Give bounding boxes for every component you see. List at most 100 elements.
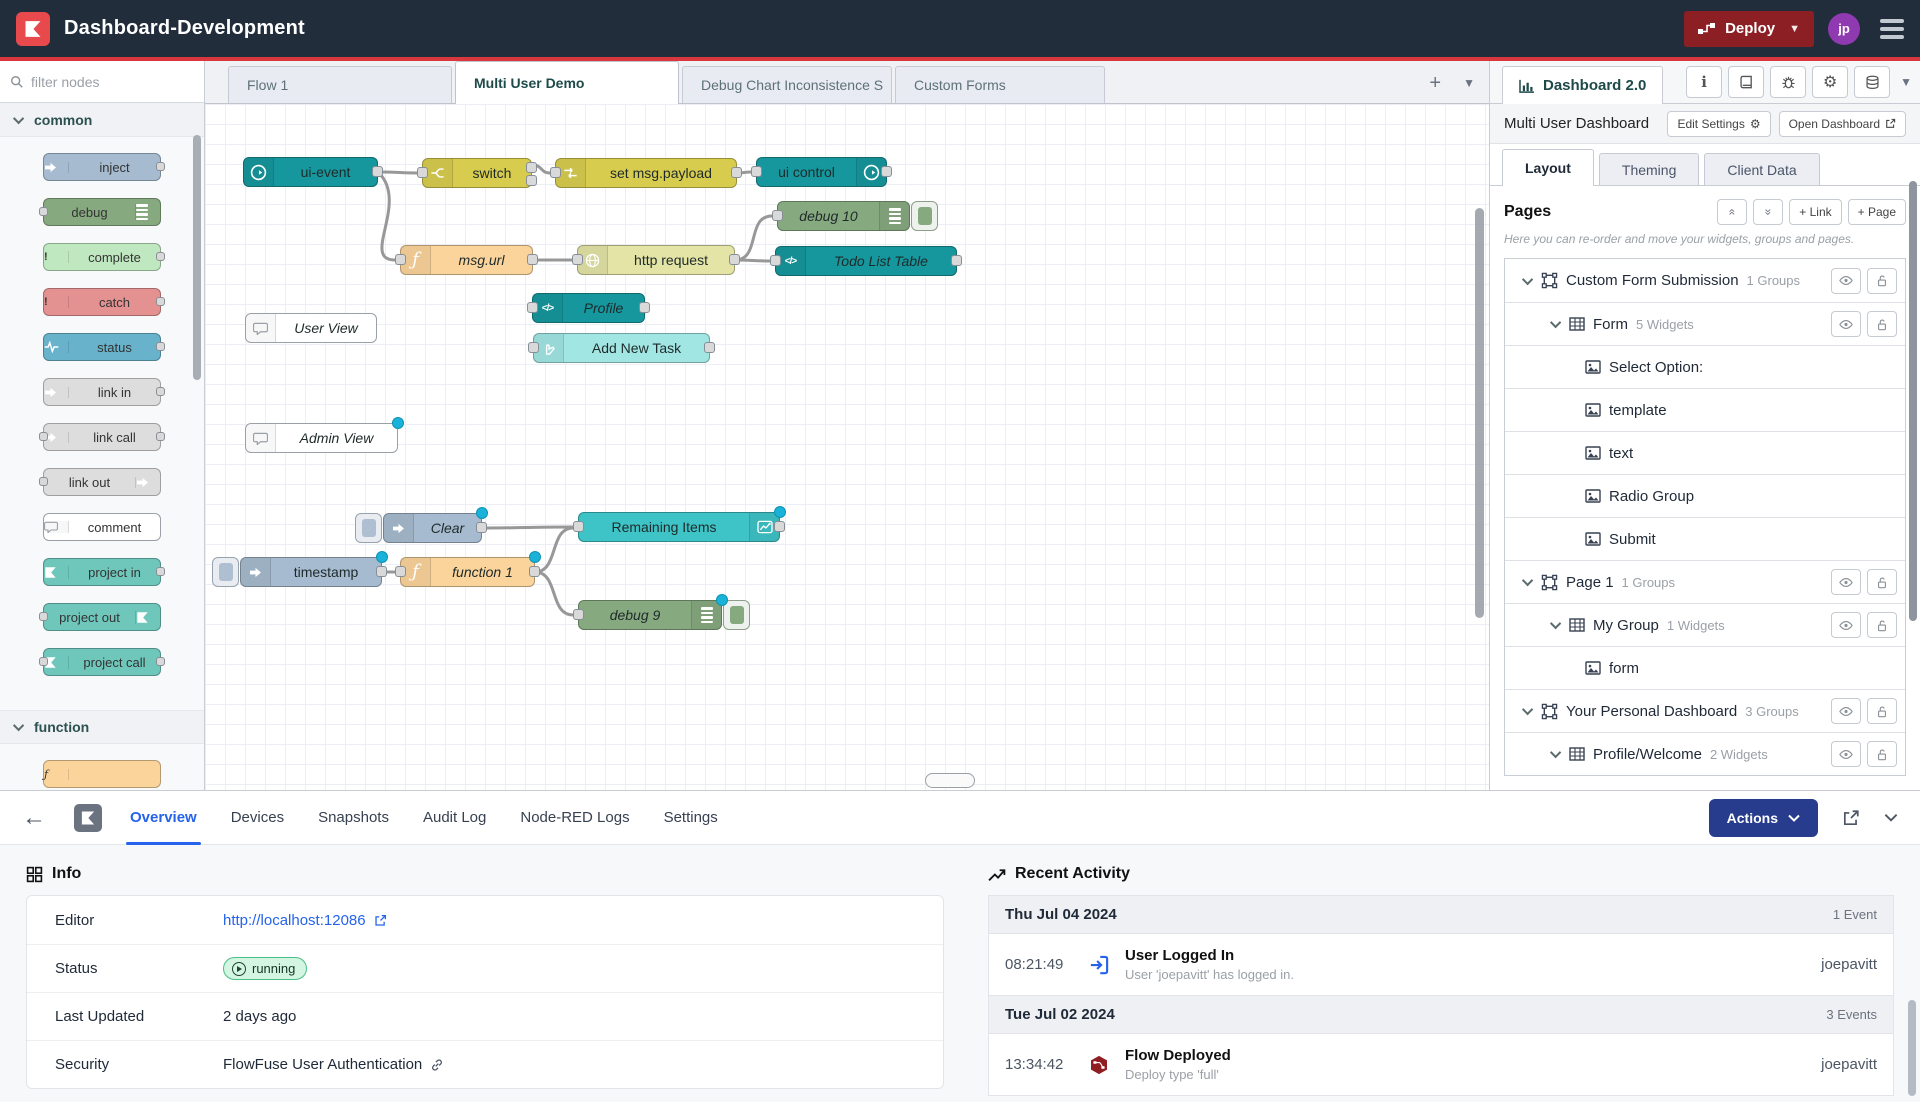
- add-flow-icon[interactable]: +: [1429, 73, 1441, 93]
- flow-node-msg-url[interactable]: ƒ msg.url: [400, 245, 533, 275]
- node-port[interactable]: [527, 254, 538, 265]
- tab-devices[interactable]: Devices: [231, 791, 284, 845]
- unlock-icon[interactable]: [1867, 311, 1897, 337]
- visibility-eye-icon[interactable]: [1831, 741, 1861, 767]
- activity-event-flow-deployed[interactable]: 13:34:42 Flow Deployed Deploy type 'full…: [989, 1034, 1893, 1096]
- edit-settings-button[interactable]: Edit Settings ⚙: [1667, 111, 1770, 137]
- bottom-panel-scrollbar[interactable]: [1908, 1000, 1916, 1096]
- tab-node-red-logs[interactable]: Node-RED Logs: [520, 791, 629, 845]
- tab-snapshots[interactable]: Snapshots: [318, 791, 389, 845]
- palette-node-comment[interactable]: comment: [43, 513, 161, 541]
- node-port[interactable]: [39, 477, 48, 486]
- tab-client-data[interactable]: Client Data: [1704, 153, 1819, 185]
- node-port[interactable]: [156, 657, 165, 666]
- node-port[interactable]: [751, 166, 762, 177]
- tree-widget-template[interactable]: template: [1505, 388, 1905, 431]
- tree-widget-select-option[interactable]: Select Option:: [1505, 345, 1905, 388]
- tab-theming[interactable]: Theming: [1599, 153, 1699, 185]
- palette-node-catch[interactable]: ! catch: [43, 288, 161, 316]
- palette-node-link-out[interactable]: link out: [43, 468, 161, 496]
- node-port[interactable]: [881, 166, 892, 177]
- visibility-eye-icon[interactable]: [1831, 268, 1861, 294]
- node-port[interactable]: [526, 175, 537, 186]
- tree-page-your-personal-dashboard[interactable]: Your Personal Dashboard3 Groups: [1505, 689, 1905, 732]
- open-dashboard-button[interactable]: Open Dashboard: [1779, 111, 1906, 137]
- link-chain-icon[interactable]: [430, 1058, 444, 1072]
- node-port[interactable]: [572, 254, 583, 265]
- tree-group-my-group[interactable]: My Group1 Widgets: [1505, 603, 1905, 646]
- palette-filter-input[interactable]: [31, 74, 161, 90]
- flow-node-debug-10[interactable]: debug 10: [777, 201, 910, 231]
- tab-layout[interactable]: Layout: [1502, 149, 1594, 186]
- node-port[interactable]: [951, 255, 962, 266]
- palette-node-project-in[interactable]: project in: [43, 558, 161, 586]
- flow-node-clear-inject[interactable]: Clear: [383, 513, 482, 543]
- palette-node-debug[interactable]: debug: [43, 198, 161, 226]
- palette-section-common[interactable]: common: [0, 103, 204, 137]
- palette-node-function[interactable]: ƒ: [43, 760, 161, 788]
- canvas-vertical-scrollbar[interactable]: [1475, 208, 1484, 618]
- sidebar-scrollbar[interactable]: [1909, 181, 1917, 621]
- inject-button[interactable]: [355, 513, 382, 543]
- flow-node-http-request[interactable]: http request: [577, 245, 735, 275]
- node-port[interactable]: [528, 342, 539, 353]
- deploy-caret-icon[interactable]: ▼: [1789, 23, 1800, 35]
- sidebar-tab-dashboard[interactable]: Dashboard 2.0: [1502, 66, 1663, 104]
- tab-settings[interactable]: Settings: [664, 791, 718, 845]
- flow-canvas[interactable]: ui-event switch set msg.payload ui contr…: [205, 104, 1489, 790]
- node-port[interactable]: [476, 522, 487, 533]
- flow-node-function-1[interactable]: ƒ function 1: [400, 557, 535, 587]
- inject-button[interactable]: [212, 557, 239, 587]
- tree-page-custom-form-submission[interactable]: Custom Form Submission1 Groups: [1505, 259, 1905, 302]
- debug-bug-icon[interactable]: [1770, 66, 1806, 98]
- node-port[interactable]: [156, 432, 165, 441]
- node-port[interactable]: [156, 387, 165, 396]
- flow-node-remaining-items-chart[interactable]: Remaining Items: [578, 512, 780, 542]
- add-link-button[interactable]: + Link: [1789, 199, 1841, 225]
- avatar[interactable]: jp: [1828, 13, 1860, 45]
- visibility-eye-icon[interactable]: [1831, 569, 1861, 595]
- node-port[interactable]: [772, 210, 783, 221]
- palette-node-link-call[interactable]: link call: [43, 423, 161, 451]
- palette-node-inject[interactable]: inject: [43, 153, 161, 181]
- node-port[interactable]: [156, 567, 165, 576]
- back-arrow-icon[interactable]: ←: [22, 806, 46, 830]
- flow-node-todo-list-table[interactable]: </> Todo List Table: [775, 246, 957, 276]
- activity-event-user-logged-in[interactable]: 08:21:49 User Logged In User 'joepavitt'…: [989, 934, 1893, 996]
- unlock-icon[interactable]: [1867, 698, 1897, 724]
- external-link-icon[interactable]: [374, 914, 387, 927]
- info-icon[interactable]: i: [1686, 66, 1722, 98]
- visibility-eye-icon[interactable]: [1831, 698, 1861, 724]
- flow-node-ui-control[interactable]: ui control: [756, 157, 887, 187]
- tree-widget-form[interactable]: form: [1505, 646, 1905, 689]
- palette-scrollbar[interactable]: [193, 135, 201, 380]
- node-port[interactable]: [417, 167, 428, 178]
- help-book-icon[interactable]: [1728, 66, 1764, 98]
- node-port[interactable]: [704, 342, 715, 353]
- node-port[interactable]: [550, 167, 561, 178]
- flow-node-profile[interactable]: </> Profile: [532, 293, 645, 323]
- flow-node-timestamp-inject[interactable]: timestamp: [240, 557, 382, 587]
- visibility-eye-icon[interactable]: [1831, 311, 1861, 337]
- node-port[interactable]: [729, 254, 740, 265]
- node-port[interactable]: [156, 297, 165, 306]
- flow-tab-1[interactable]: Flow 1: [228, 66, 452, 103]
- tab-audit-log[interactable]: Audit Log: [423, 791, 486, 845]
- palette-node-project-out[interactable]: project out: [43, 603, 161, 631]
- node-port[interactable]: [573, 521, 584, 532]
- node-port[interactable]: [156, 252, 165, 261]
- node-port[interactable]: [395, 566, 406, 577]
- node-port[interactable]: [39, 657, 48, 666]
- flow-node-admin-view-comment[interactable]: Admin View: [245, 423, 398, 453]
- node-port[interactable]: [39, 612, 48, 621]
- unlock-icon[interactable]: [1867, 612, 1897, 638]
- palette-search[interactable]: [0, 61, 204, 103]
- tree-page-page-1[interactable]: Page 11 Groups: [1505, 560, 1905, 603]
- collapse-all-button[interactable]: «: [1717, 199, 1747, 225]
- external-link-icon[interactable]: [1842, 809, 1860, 827]
- tree-group-profile-welcome[interactable]: Profile/Welcome2 Widgets: [1505, 732, 1905, 775]
- visibility-eye-icon[interactable]: [1831, 612, 1861, 638]
- node-port[interactable]: [376, 566, 387, 577]
- node-port[interactable]: [395, 254, 406, 265]
- flow-list-caret-icon[interactable]: ▼: [1463, 76, 1475, 90]
